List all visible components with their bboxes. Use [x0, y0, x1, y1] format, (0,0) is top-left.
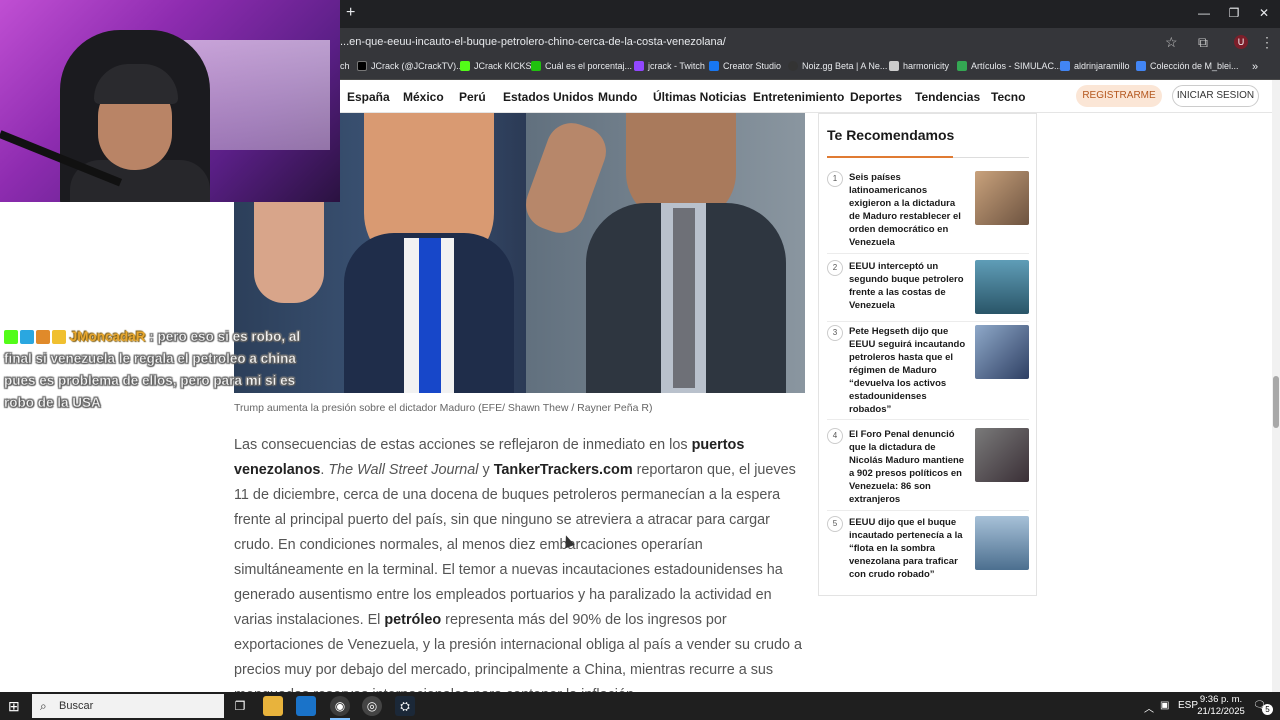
network-icon[interactable]: ▣	[1160, 700, 1169, 711]
site-icon	[1060, 61, 1070, 71]
outlook-icon[interactable]	[296, 696, 316, 716]
recommendation-item[interactable]: 1 Seis países latinoamericanos exigieron…	[827, 171, 1029, 254]
login-button[interactable]: INICIAR SESION	[1172, 85, 1259, 107]
gift-badge-icon	[52, 330, 66, 345]
divider-accent	[827, 156, 953, 158]
url-field[interactable]: ...en-que-eeuu-incauto-el-buque-petroler…	[340, 36, 726, 48]
recommendation-thumbnail[interactable]	[975, 516, 1029, 570]
nav-item[interactable]: Últimas Noticias	[653, 90, 746, 104]
bookmark-item[interactable]: Creator Studio	[709, 61, 781, 71]
file-explorer-icon[interactable]	[263, 696, 283, 716]
scrollbar-thumb[interactable]	[1273, 376, 1279, 428]
recommendation-thumbnail[interactable]	[975, 171, 1029, 225]
chat-message: JMoncadaR : pero eso si es robo, al fina…	[4, 329, 301, 410]
bookmark-item[interactable]: JCrack KICKS	[460, 61, 532, 71]
rank-number: 4	[827, 428, 843, 444]
minimize-icon[interactable]: —	[1194, 6, 1214, 20]
site-icon	[1136, 61, 1146, 71]
link-tankertrackers[interactable]: TankerTrackers.com	[494, 462, 633, 478]
kick-icon	[460, 61, 470, 71]
photo-maduro	[518, 113, 805, 393]
new-tab-button[interactable]: +	[346, 4, 355, 22]
recommendation-title[interactable]: El Foro Penal denunció que la dictadura …	[849, 428, 967, 506]
more-bookmarks-icon[interactable]: »	[1252, 61, 1258, 73]
sidebar-title: Te Recomendamos	[827, 127, 955, 143]
bookmark-item[interactable]: Cuál es el porcentaj...	[531, 61, 632, 71]
twitch-icon	[634, 61, 644, 71]
nav-item[interactable]: Perú	[459, 90, 486, 104]
rank-number: 1	[827, 171, 843, 187]
register-button[interactable]: REGISTRARME	[1076, 85, 1162, 107]
bookmark-item[interactable]: JCrack (@JCrackTV)...	[357, 61, 464, 71]
drive-icon	[957, 61, 967, 71]
nav-item[interactable]: Deportes	[850, 90, 902, 104]
noiz-icon	[788, 61, 798, 71]
moderator-badge-icon	[20, 330, 34, 345]
nav-item[interactable]: Mundo	[598, 90, 637, 104]
site-icon	[531, 61, 541, 71]
chat-badges	[4, 330, 66, 345]
article-paragraph: Las consecuencias de estas acciones se r…	[234, 437, 803, 703]
bookmark-item[interactable]: jcrack - Twitch	[634, 61, 705, 71]
search-placeholder: Buscar	[59, 700, 94, 712]
recommendation-title[interactable]: Pete Hegseth dijo que EEUU seguirá incau…	[849, 325, 967, 416]
chat-username: JMoncadaR	[69, 329, 146, 344]
recommendation-title[interactable]: EEUU dijo que el buque incautado pertene…	[849, 516, 967, 581]
taskbar-search[interactable]: ⌕ Buscar	[32, 694, 224, 718]
recommendation-thumbnail[interactable]	[975, 428, 1029, 482]
nav-item[interactable]: México	[403, 90, 444, 104]
subscriber-badge-icon	[36, 330, 50, 345]
steam-icon[interactable]: ⛭	[395, 696, 415, 716]
recommendation-title[interactable]: Seis países latinoamericanos exigieron a…	[849, 171, 967, 249]
link-petroleo[interactable]: petróleo	[384, 612, 441, 628]
recommendation-item[interactable]: 4 El Foro Penal denunció que la dictadur…	[827, 428, 1029, 511]
rank-number: 2	[827, 260, 843, 276]
nav-item[interactable]: Tendencias	[915, 90, 980, 104]
nav-item[interactable]: Tecno	[991, 90, 1025, 104]
bookmark-item[interactable]: ch	[340, 61, 350, 71]
webcam-overlay	[0, 0, 340, 202]
windows-start-icon[interactable]: ⊞	[8, 698, 20, 715]
restore-icon[interactable]: ❐	[1224, 6, 1244, 20]
recommendation-title[interactable]: EEUU interceptó un segundo buque petrole…	[849, 260, 967, 312]
nav-item[interactable]: España	[347, 90, 390, 104]
clock-time: 9:36 p. m.	[1199, 694, 1243, 705]
menu-icon[interactable]: ⋮	[1260, 34, 1274, 51]
search-icon: ⌕	[40, 699, 47, 713]
kick-badge-icon	[4, 330, 18, 345]
tray-expand-icon[interactable]: ︿	[1144, 700, 1154, 715]
recommendation-item[interactable]: 2 EEUU interceptó un segundo buque petro…	[827, 260, 1029, 322]
bookmark-item[interactable]: Noiz.gg Beta | A Ne...	[788, 61, 887, 71]
x-icon	[357, 61, 367, 71]
close-icon[interactable]: ✕	[1254, 6, 1274, 20]
nav-item[interactable]: Entretenimiento	[753, 90, 844, 104]
recommendation-thumbnail[interactable]	[975, 325, 1029, 379]
notification-count: 5	[1262, 704, 1273, 715]
bookmark-item[interactable]: Colección de M_blei...	[1136, 61, 1239, 71]
language-indicator[interactable]: ESP	[1178, 700, 1198, 711]
extensions-icon[interactable]: ⧉	[1198, 34, 1208, 51]
bookmark-item[interactable]: harmonicity	[889, 61, 949, 71]
obs-icon[interactable]: ◎	[362, 696, 382, 716]
bookmark-star-icon[interactable]: ☆	[1165, 34, 1178, 51]
harmonicity-icon	[889, 61, 899, 71]
rank-number: 3	[827, 325, 843, 341]
clock-date: 21/12/2025	[1197, 706, 1245, 717]
recommendation-thumbnail[interactable]	[975, 260, 1029, 314]
bookmark-item[interactable]: aldrinjaramillo	[1060, 61, 1130, 71]
recommendation-item[interactable]: 3 Pete Hegseth dijo que EEUU seguirá inc…	[827, 325, 1029, 420]
rank-number: 5	[827, 516, 843, 532]
facebook-icon	[709, 61, 719, 71]
recommendation-item[interactable]: 5 EEUU dijo que el buque incautado perte…	[827, 516, 1029, 586]
nav-item[interactable]: Estados Unidos	[503, 90, 594, 104]
profile-avatar[interactable]: U	[1234, 35, 1248, 49]
bookmark-item[interactable]: Artículos - SIMULAC...	[957, 61, 1062, 71]
recommendations-sidebar: Te Recomendamos 1 Seis países latinoamer…	[818, 113, 1037, 596]
windows-taskbar: ⊞ ⌕ Buscar ❐ ◉ ◎ ⛭ ︿ ▣ ESP 9:36 p. m. 21…	[0, 692, 1280, 720]
chrome-icon[interactable]: ◉	[330, 696, 350, 716]
taskbar-clock[interactable]: 9:36 p. m. 21/12/2025	[1196, 694, 1246, 718]
task-view-icon[interactable]: ❐	[230, 696, 250, 716]
